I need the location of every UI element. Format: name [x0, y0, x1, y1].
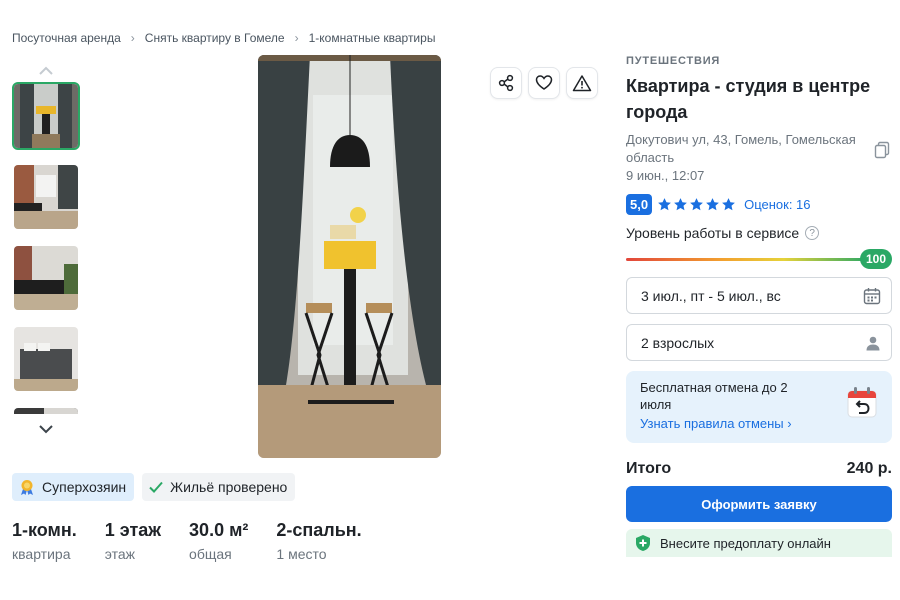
thumbnails-down-button[interactable] [12, 418, 80, 440]
breadcrumb-separator: › [130, 31, 135, 45]
prepay-text: Внесите предоплату онлайн [660, 535, 831, 551]
person-icon [866, 336, 880, 350]
service-level-track [626, 258, 868, 261]
guests-field[interactable]: 2 взрослых [626, 324, 892, 361]
star-icon [722, 197, 735, 210]
star-icon [690, 197, 703, 210]
free-cancellation-text: Бесплатная отмена до 2 июля [640, 380, 788, 412]
rating-row: 5,0 Оценок: 16 [626, 193, 892, 215]
reviews-link[interactable]: Оценок: 16 [744, 197, 810, 212]
check-icon [149, 481, 163, 493]
share-icon [498, 74, 514, 92]
spec-label: этаж [104, 546, 135, 562]
copy-address-button[interactable] [874, 141, 890, 164]
prepay-online-banner[interactable]: Внесите предоплату онлайн [626, 529, 892, 557]
thumbnail-1[interactable] [12, 82, 80, 150]
calendar-undo-icon [847, 387, 877, 418]
guests-value: 2 взрослых [641, 334, 715, 351]
total-label: Итого [626, 460, 672, 477]
spec-value: 30.0 м² [189, 520, 249, 540]
spec-label: общая [189, 546, 232, 562]
listing-badges: Суперхозяин Жильё проверено [12, 473, 296, 501]
thumbnail-strip [12, 60, 80, 440]
star-icon [658, 197, 671, 210]
calendar-icon [863, 287, 881, 304]
chevron-up-icon [39, 66, 53, 75]
medal-icon [21, 480, 33, 495]
breadcrumb-link[interactable]: 1-комнатные квартиры [309, 31, 436, 45]
total-row: Итого 240 р. [626, 460, 892, 478]
service-level-text: Уровень работы в сервисе [626, 225, 800, 241]
address-row: Докутович ул, 43, Гомель, Гомельская обл… [626, 131, 892, 167]
breadcrumb: Посуточная аренда › Снять квартиру в Гом… [12, 31, 435, 45]
shield-plus-icon [636, 535, 650, 551]
warning-icon [572, 75, 592, 92]
help-icon[interactable]: ? [805, 226, 820, 240]
spec-value: 1-комн. [12, 520, 77, 540]
service-level-label: Уровень работы в сервисе ? [626, 225, 892, 241]
cancellation-rules-link[interactable]: Узнать правила отмены › [640, 416, 878, 431]
heart-icon [535, 75, 553, 90]
thumbnail-2[interactable] [12, 163, 80, 231]
superhost-badge: Суперхозяин [12, 473, 135, 501]
date-range-field[interactable]: 3 июл., пт - 5 июл., вс [626, 277, 892, 314]
listing-address: Докутович ул, 43, Гомель, Гомельская обл… [626, 132, 856, 165]
thumbnail-4[interactable] [12, 325, 80, 393]
favorite-button[interactable] [528, 67, 560, 99]
thumbnail-5[interactable] [12, 406, 80, 416]
star-icon [706, 197, 719, 210]
rating-stars [657, 197, 736, 212]
chevron-down-icon [39, 425, 53, 434]
star-icon [674, 197, 687, 210]
spec-rooms: 1-комн. квартира [12, 520, 77, 562]
main-photo[interactable] [258, 55, 441, 458]
share-button[interactable] [490, 67, 522, 99]
verified-badge: Жильё проверено [142, 473, 296, 501]
listing-title: Квартира - студия в центре города [626, 76, 871, 122]
free-cancellation-box: Бесплатная отмена до 2 июля Узнать прави… [626, 371, 892, 443]
verified-label: Жильё проверено [170, 479, 288, 495]
date-range-value: 3 июл., пт - 5 июл., вс [641, 287, 781, 304]
spec-value: 2-спальн. [276, 520, 362, 540]
photo-actions [490, 67, 598, 99]
spec-beds: 2-спальн. 1 место [276, 520, 361, 562]
breadcrumb-link[interactable]: Снять квартиру в Гомеле [145, 31, 285, 45]
spec-area: 30.0 м² общая [189, 520, 248, 562]
breadcrumb-separator: › [294, 31, 299, 45]
spec-value: 1 этаж [104, 520, 162, 540]
listing-date: 9 июн., 12:07 [626, 168, 705, 183]
spec-label: квартира [12, 546, 71, 562]
superhost-label: Суперхозяин [42, 479, 127, 495]
service-level-bar: 100 [626, 249, 892, 269]
copy-icon [874, 141, 890, 159]
spec-label: 1 место [276, 546, 327, 562]
breadcrumb-link[interactable]: Посуточная аренда [12, 31, 121, 45]
thumbnails-up-button[interactable] [12, 60, 80, 82]
apartment-specs: 1-комн. квартира 1 этаж этаж 30.0 м² общ… [12, 520, 390, 562]
thumbnail-3[interactable] [12, 244, 80, 312]
report-button[interactable] [566, 67, 598, 99]
rating-score: 5,0 [626, 193, 653, 215]
listing-category[interactable]: ПУТЕШЕСТВИЯ [626, 55, 892, 67]
listing-sidebar: ПУТЕШЕСТВИЯ Квартира - студия в центре г… [626, 55, 892, 557]
submit-request-button[interactable]: Оформить заявку [626, 486, 892, 522]
spec-floor: 1 этаж этаж [105, 520, 161, 562]
service-level-value: 100 [860, 249, 892, 269]
total-price: 240 р. [846, 460, 892, 477]
